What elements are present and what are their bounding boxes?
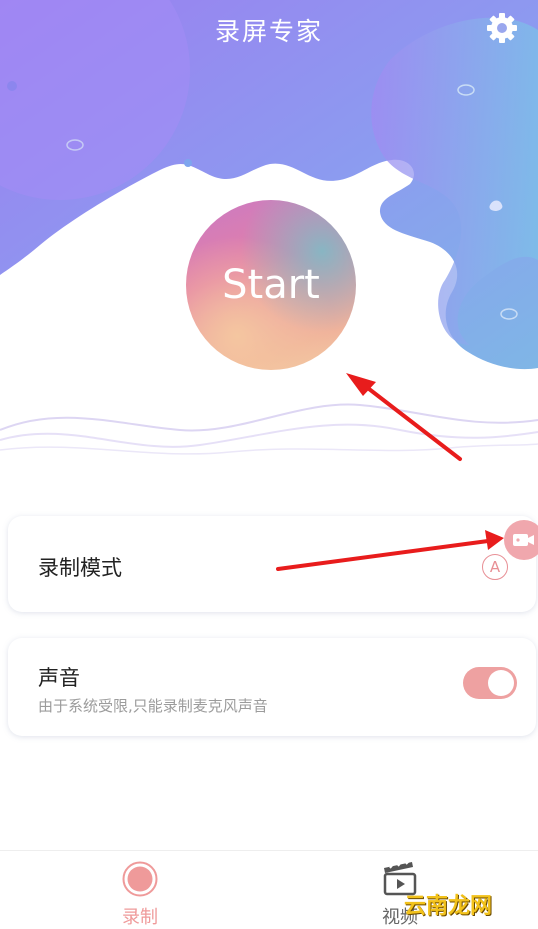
- sound-description: 由于系统受限,只能录制麦克风声音: [38, 697, 268, 715]
- mode-auto-badge[interactable]: A: [482, 554, 508, 580]
- record-mode-card[interactable]: 录制模式 A: [8, 516, 536, 612]
- nav-record-label: 录制: [122, 907, 158, 928]
- gear-icon: [487, 13, 517, 43]
- watermark: 云南龙网: [404, 894, 493, 919]
- hero-banner: 录屏专家 Start: [0, 0, 538, 480]
- record-icon: [122, 861, 158, 897]
- floating-camera-button[interactable]: [504, 520, 538, 560]
- sound-label: 声音: [38, 666, 80, 690]
- start-button[interactable]: Start: [186, 200, 356, 370]
- sound-card: 声音 由于系统受限,只能录制麦克风声音: [8, 638, 536, 736]
- app-title: 录屏专家: [214, 17, 323, 46]
- camera-icon: [513, 534, 534, 546]
- nav-tab-record[interactable]: 录制: [80, 851, 200, 929]
- record-mode-label: 录制模式: [38, 556, 122, 580]
- sound-toggle[interactable]: [463, 667, 517, 699]
- start-label: Start: [222, 262, 320, 308]
- toggle-knob: [488, 670, 514, 696]
- settings-button[interactable]: [484, 10, 520, 46]
